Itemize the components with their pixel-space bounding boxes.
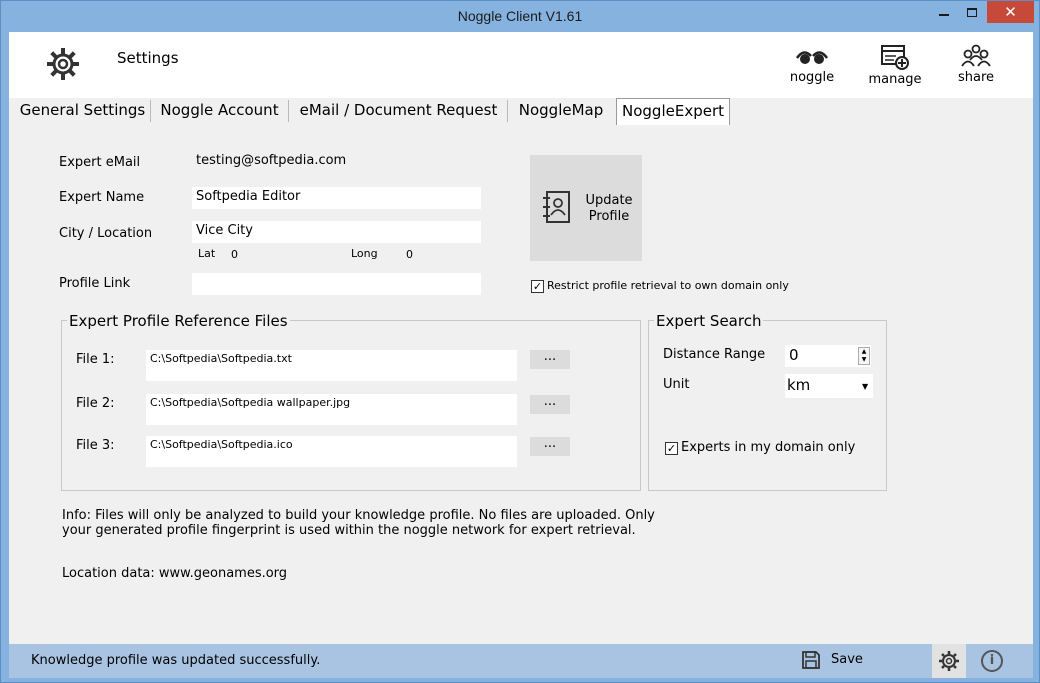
file-2-path[interactable]: C:\Softpedia\Softpedia wallpaper.jpg (146, 394, 517, 425)
close-icon: ✕ (1004, 3, 1017, 21)
tab-separator (288, 100, 289, 122)
unit-select[interactable]: km (785, 374, 873, 398)
close-button[interactable]: ✕ (987, 1, 1034, 23)
expert-search-title: Expert Search (654, 312, 764, 330)
share-button[interactable]: share (941, 44, 1011, 85)
minimize-button[interactable] (930, 1, 958, 23)
gear-icon (939, 651, 959, 671)
city-location-input[interactable]: Vice City (192, 221, 481, 243)
file-3-label: File 3: (76, 438, 115, 453)
manage-button-label: manage (868, 72, 922, 87)
city-location-label: City / Location (59, 226, 153, 241)
restrict-domain-label: Restrict profile retrieval to own domain… (547, 279, 789, 292)
noggle-button[interactable]: noggle (777, 44, 847, 85)
maximize-button[interactable] (958, 1, 985, 23)
unit-label: Unit (663, 377, 690, 392)
domain-only-checkbox[interactable]: ✓ (665, 442, 678, 455)
tab-bar: General Settings Noggle Account eMail / … (9, 98, 1033, 125)
spin-down-icon[interactable]: ▼ (859, 356, 869, 364)
title-bar[interactable]: Noggle Client V1.61 ✕ (1, 1, 1039, 32)
info-text-line-1: Info: Files will only be analyzed to bui… (62, 508, 655, 523)
save-label: Save (831, 652, 863, 667)
spin-up-icon[interactable]: ▲ (859, 348, 869, 356)
location-data-text: Location data: www.geonames.org (62, 566, 288, 581)
profile-link-input[interactable] (192, 273, 481, 295)
info-text-line-2: your generated profile fingerprint is us… (62, 523, 636, 538)
file-1-path[interactable]: C:\Softpedia\Softpedia.txt (146, 350, 517, 381)
tab-nogglemap[interactable]: NoggleMap (515, 98, 607, 124)
tab-separator (150, 100, 151, 122)
expert-email-label: Expert eMail (59, 155, 141, 170)
file-1-browse-button[interactable]: ... (530, 350, 570, 369)
tab-email-document-request[interactable]: eMail / Document Request (297, 98, 500, 124)
reference-files-title: Expert Profile Reference Files (67, 312, 290, 330)
tab-noggleexpert[interactable]: NoggleExpert (616, 98, 730, 125)
people-share-icon (961, 44, 991, 67)
update-profile-button[interactable]: Update Profile (530, 155, 642, 261)
file-2-label: File 2: (76, 396, 115, 411)
save-disk-icon (802, 651, 820, 669)
tab-general-settings[interactable]: General Settings (17, 98, 148, 124)
lat-label: Lat (198, 247, 216, 260)
minimize-icon (939, 14, 949, 16)
profile-link-label: Profile Link (59, 276, 131, 291)
maximize-icon (966, 7, 977, 17)
expert-email-value: testing@softpedia.com (196, 153, 347, 168)
tab-separator (507, 100, 508, 122)
tab-noggle-account[interactable]: Noggle Account (159, 98, 280, 124)
restrict-domain-checkbox[interactable]: ✓ (531, 280, 544, 293)
status-message: Knowledge profile was updated successful… (31, 653, 321, 668)
expert-name-input[interactable]: Softpedia Editor (192, 187, 481, 209)
noggle-button-label: noggle (789, 70, 835, 85)
distance-spinner[interactable]: ▲ ▼ (858, 347, 870, 365)
file-3-browse-button[interactable]: ... (530, 437, 570, 456)
window-title: Noggle Client V1.61 (457, 8, 583, 24)
eyes-icon (795, 51, 829, 64)
lat-value: 0 (231, 248, 238, 261)
long-value: 0 (406, 248, 413, 261)
file-3-path[interactable]: C:\Softpedia\Softpedia.ico (146, 436, 517, 467)
manage-list-icon (881, 45, 909, 70)
file-2-browse-button[interactable]: ... (530, 395, 570, 414)
header-bar: Settings noggle manage share (9, 32, 1033, 98)
gear-icon[interactable] (45, 46, 81, 82)
share-button-label: share (957, 70, 995, 85)
client-area: Settings noggle manage share General Set… (9, 32, 1033, 644)
settings-gear-button[interactable] (932, 644, 966, 678)
page-title: Settings (117, 49, 179, 67)
manage-button[interactable]: manage (860, 44, 930, 87)
chevron-down-icon[interactable]: ▼ (862, 382, 868, 391)
contact-book-icon (543, 191, 570, 223)
status-bar: Knowledge profile was updated successful… (9, 644, 1033, 678)
file-1-label: File 1: (76, 352, 115, 367)
expert-name-label: Expert Name (59, 190, 145, 205)
app-window: Noggle Client V1.61 ✕ Settings noggle ma… (0, 0, 1040, 683)
save-button[interactable]: Save (801, 650, 863, 672)
domain-only-label: Experts in my domain only (681, 440, 856, 455)
distance-range-label: Distance Range (663, 347, 766, 362)
info-icon[interactable]: i (981, 650, 1003, 672)
long-label: Long (351, 247, 378, 260)
update-profile-label: Update Profile (585, 193, 633, 224)
